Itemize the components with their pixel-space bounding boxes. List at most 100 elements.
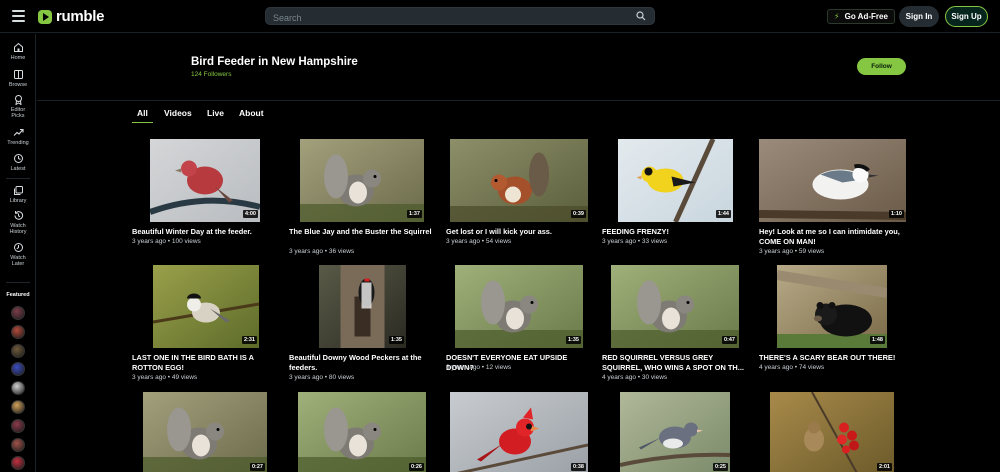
sidebar-item-label: Library (9, 198, 27, 204)
follower-count: 124 Followers (191, 71, 232, 78)
video-thumbnail[interactable]: 0:47 (611, 265, 739, 348)
lightning-icon: ⚡ (834, 12, 840, 21)
video-thumbnail-container[interactable]: 1:35 (289, 265, 437, 348)
video-thumbnail-container[interactable]: 0:47 (602, 265, 750, 348)
sidebar-item-watch-later[interactable]: Watch Later (0, 242, 36, 267)
featured-heading: Featured (6, 292, 30, 298)
featured-channel-avatar[interactable] (11, 381, 25, 396)
sidebar-item-latest[interactable]: Latest (0, 153, 36, 172)
go-ad-free-label: Go Ad-Free (844, 12, 888, 21)
featured-channel-avatar[interactable] (11, 456, 25, 471)
featured-channel-avatar[interactable] (11, 343, 25, 358)
video-thumbnail-container[interactable]: 2:01 (759, 392, 907, 472)
video-meta: 3 years ago • 54 views (446, 238, 512, 245)
history-icon (14, 211, 23, 220)
browse-icon (13, 70, 23, 79)
search-bar[interactable] (265, 7, 655, 26)
video-thumbnail-container[interactable]: 4:00 (132, 139, 280, 222)
video-meta: 3 years ago • 49 views (132, 374, 198, 381)
tab-videos[interactable]: Videos (164, 108, 192, 118)
sidebar-item-library[interactable]: Library (0, 185, 36, 204)
home-icon (13, 42, 23, 52)
video-title[interactable]: The Blue Jay and the Buster the Squirrel (289, 227, 439, 237)
top-bar: rumble ⚡ Go Ad-Free Sign In Sign Up (0, 0, 1000, 33)
sidebar-item-trending[interactable]: Trending (0, 127, 36, 146)
video-thumbnail[interactable]: 1:48 (777, 265, 887, 348)
video-thumbnail-container[interactable]: 1:37 (289, 139, 437, 222)
video-thumbnail-container[interactable]: 1:44 (602, 139, 750, 222)
video-thumbnail[interactable]: 1:37 (300, 139, 424, 222)
library-icon (13, 186, 23, 195)
channel-header: Bird Feeder in New Hampshire 124 Followe… (37, 34, 1000, 101)
video-thumbnail-container[interactable]: 1:10 (759, 139, 907, 222)
video-meta: 3 years ago • 59 views (759, 248, 825, 255)
sidebar-item-label: Editor Picks (10, 107, 26, 119)
video-thumbnail-container[interactable]: 1:35 (446, 265, 594, 348)
sign-up-button[interactable]: Sign Up (945, 6, 988, 27)
video-thumbnail[interactable]: 2:31 (153, 265, 259, 348)
video-thumbnail[interactable]: 1:44 (618, 139, 733, 222)
video-duration: 1:35 (388, 336, 404, 344)
video-thumbnail-container[interactable]: 0:27 (132, 392, 280, 472)
video-title[interactable]: Hey! Look at me so I can intimidate you,… (759, 227, 909, 247)
sign-in-button[interactable]: Sign In (899, 6, 939, 27)
featured-channel-avatar[interactable] (11, 437, 25, 452)
editor-picks-icon (14, 95, 22, 105)
video-thumbnail[interactable]: 0:38 (450, 392, 588, 472)
video-thumbnail[interactable]: 0:39 (450, 139, 588, 222)
sidebar-item-label: Latest (10, 166, 26, 172)
video-thumbnail[interactable]: 1:35 (455, 265, 583, 348)
video-thumbnail-container[interactable]: 1:48 (759, 265, 907, 348)
sidebar-item-editor-picks[interactable]: Editor Picks (0, 94, 36, 119)
video-meta: 3 years ago • 12 views (446, 364, 512, 371)
video-meta: 3 years ago • 100 views (132, 238, 201, 245)
featured-channel-avatar[interactable] (11, 400, 25, 414)
video-thumbnail[interactable]: 0:27 (143, 392, 267, 472)
sidebar: Home Browse Editor Picks Trending Latest… (0, 34, 36, 472)
featured-channel-avatar[interactable] (11, 324, 25, 339)
rumble-logo[interactable]: rumble (38, 8, 105, 25)
featured-channel-avatar[interactable] (11, 362, 25, 377)
sidebar-item-home[interactable]: Home (0, 42, 36, 61)
video-thumbnail-container[interactable]: 0:25 (602, 392, 750, 472)
video-title[interactable]: Beautiful Downy Wood Peckers at the feed… (289, 353, 439, 373)
video-title[interactable]: Get lost or I will kick your ass. (446, 227, 596, 237)
video-title[interactable]: Beautiful Winter Day at the feeder. (132, 227, 282, 237)
video-thumbnail[interactable]: 1:35 (319, 265, 406, 348)
video-title[interactable]: LAST ONE IN THE BIRD BATH IS A ROTTON EG… (132, 353, 282, 373)
video-title[interactable]: FEEDING FRENZY! (602, 227, 752, 237)
video-duration: 1:48 (869, 336, 885, 344)
video-thumbnail-container[interactable]: 2:31 (132, 265, 280, 348)
sidebar-item-watch-history[interactable]: Watch History (0, 210, 36, 235)
video-thumbnail[interactable]: 0:26 (298, 392, 426, 472)
trending-icon (13, 128, 24, 136)
menu-icon[interactable] (12, 10, 25, 22)
video-thumbnail[interactable]: 0:25 (620, 392, 730, 472)
follow-button[interactable]: Follow (857, 58, 906, 75)
video-title[interactable]: THERE'S A SCARY BEAR OUT THERE! (759, 353, 909, 363)
go-ad-free-button[interactable]: ⚡ Go Ad-Free (827, 9, 895, 24)
channel-name[interactable]: Bird Feeder in New Hampshire (191, 56, 358, 68)
sidebar-item-label: Watch History (9, 223, 27, 235)
video-thumbnail[interactable]: 1:10 (759, 139, 906, 222)
tab-all[interactable]: All (132, 108, 153, 123)
search-input[interactable] (266, 10, 626, 26)
sidebar-item-browse[interactable]: Browse (0, 69, 36, 88)
video-title[interactable]: RED SQUIRREL VERSUS GREY SQUIRREL, WHO W… (602, 353, 752, 373)
video-duration: 0:26 (408, 463, 424, 471)
featured-channel-avatar[interactable] (11, 418, 25, 433)
video-thumbnail[interactable]: 4:00 (150, 139, 260, 222)
tab-about[interactable]: About (239, 108, 264, 118)
video-duration: 1:44 (715, 210, 731, 218)
video-thumbnail-container[interactable]: 0:39 (446, 139, 594, 222)
tab-live[interactable]: Live (207, 108, 224, 118)
featured-channel-avatar[interactable] (11, 306, 25, 320)
video-thumbnail-container[interactable]: 0:38 (446, 392, 594, 472)
sidebar-item-label: Home (10, 55, 26, 61)
video-meta: 4 years ago • 30 views (602, 374, 668, 381)
video-thumbnail[interactable]: 2:01 (770, 392, 894, 472)
video-duration: 2:31 (241, 336, 257, 344)
video-thumbnail-container[interactable]: 0:26 (289, 392, 437, 472)
search-icon[interactable] (636, 11, 646, 21)
video-duration: 1:35 (565, 336, 581, 344)
